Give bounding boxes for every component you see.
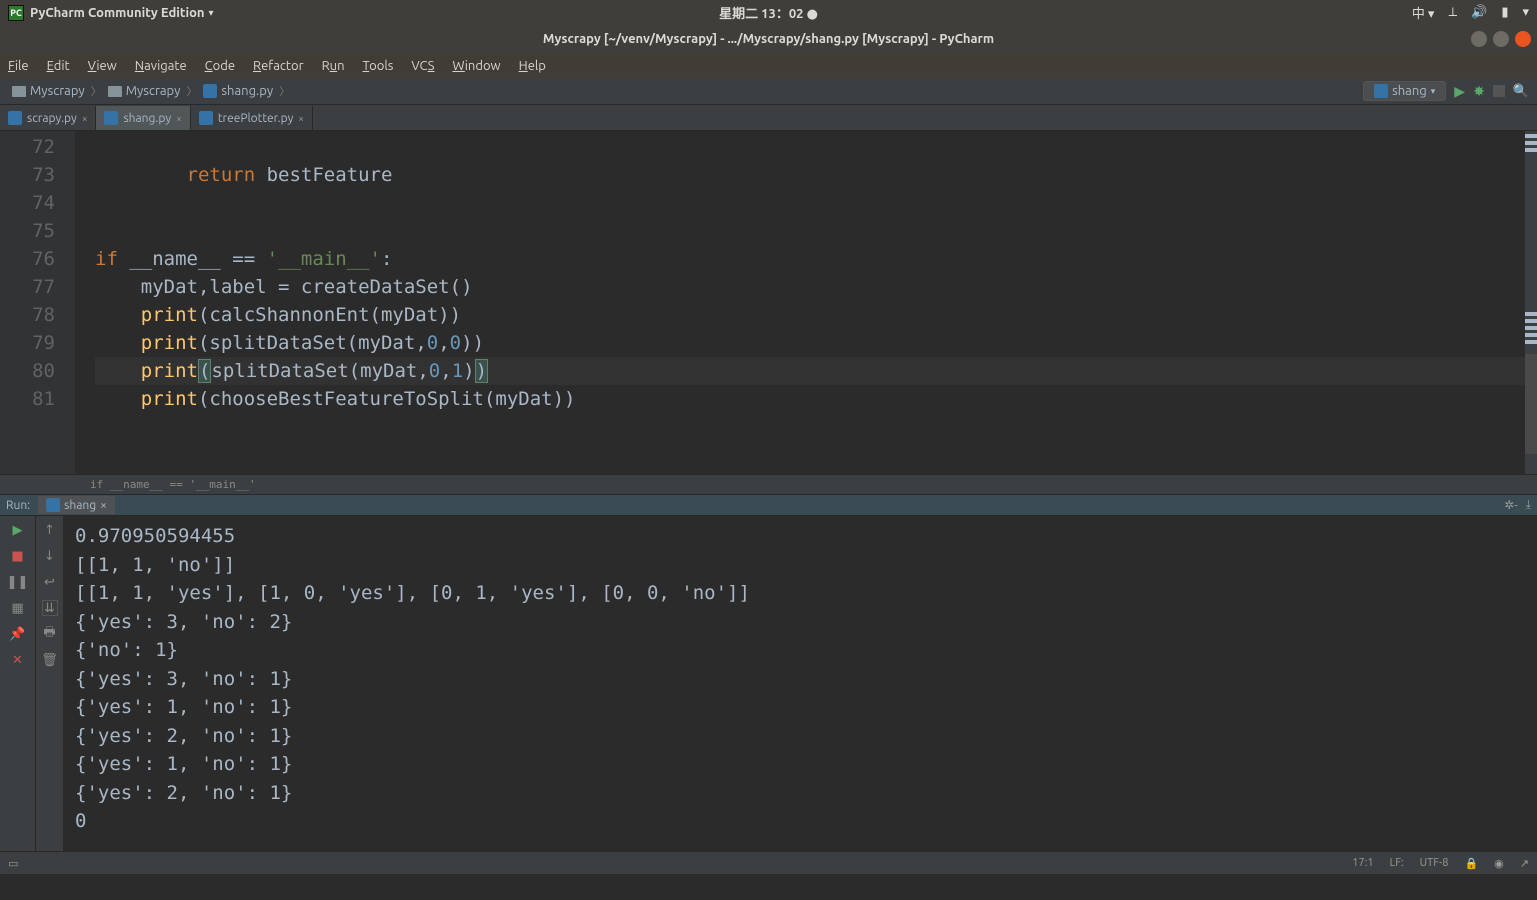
clock-label[interactable]: 星期二 13：02 ● [719, 3, 818, 22]
run-config-selector[interactable]: shang ▾ [1363, 81, 1446, 101]
layout-button[interactable]: ▦ [10, 600, 26, 616]
python-file-icon [203, 84, 217, 98]
code-area[interactable]: return bestFeature if __name__ == '__mai… [75, 131, 1525, 474]
system-menu-arrow-icon[interactable]: ▾ [1522, 5, 1529, 20]
os-topbar: PC PyCharm Community Edition ▾ 星期二 13：02… [0, 0, 1537, 25]
folder-icon [12, 86, 26, 97]
menu-navigate[interactable]: Navigate [135, 59, 187, 73]
python-file-icon [1374, 84, 1388, 98]
breadcrumb-item[interactable]: Myscrapy [8, 82, 89, 100]
stop-button[interactable] [1493, 85, 1505, 97]
soft-wrap-button[interactable]: ↩ [42, 574, 58, 590]
chevron-right-icon: 〉 [186, 83, 197, 99]
down-stack-button[interactable]: ↓ [42, 548, 58, 564]
breadcrumb-item[interactable]: Myscrapy [104, 82, 185, 100]
close-tab-icon[interactable]: × [298, 113, 304, 124]
close-window-button[interactable] [1515, 31, 1531, 47]
close-tab-icon[interactable]: × [176, 113, 182, 124]
chevron-right-icon: 〉 [279, 83, 290, 99]
clear-button[interactable]: 🗑 [42, 652, 58, 668]
input-method-indicator[interactable]: 中 ▾ [1412, 3, 1435, 22]
status-icon[interactable]: ▭ [8, 857, 18, 870]
close-icon[interactable]: × [100, 499, 107, 512]
debug-button[interactable]: ✸ [1473, 83, 1485, 100]
python-file-icon [8, 111, 22, 125]
close-tab-icon[interactable]: × [82, 113, 88, 124]
menu-file[interactable]: File [8, 59, 29, 73]
minimize-button[interactable] [1471, 31, 1487, 47]
python-file-icon [199, 111, 213, 125]
app-menu-arrow-icon[interactable]: ▾ [209, 7, 214, 19]
lock-icon[interactable]: 🔒 [1464, 857, 1478, 870]
up-stack-button[interactable]: ↑ [42, 522, 58, 538]
editor[interactable]: 7273747576▶7778798081 return bestFeature… [0, 131, 1537, 474]
menu-bar: File Edit View Navigate Code Refactor Ru… [0, 53, 1537, 78]
menu-help[interactable]: Help [519, 59, 546, 73]
editor-tab[interactable]: shang.py× [96, 106, 190, 130]
chevron-right-icon: 〉 [91, 83, 102, 99]
editor-tabs: scrapy.py×shang.py×treePlotter.py× [0, 105, 1537, 131]
line-number-gutter: 7273747576▶7778798081 [0, 131, 75, 474]
inspection-icon[interactable]: ◉ [1494, 857, 1504, 870]
folder-icon [108, 86, 122, 97]
editor-tab[interactable]: treePlotter.py× [191, 106, 313, 130]
run-label: Run: [6, 499, 30, 512]
cursor-position[interactable]: 17:1 [1352, 857, 1373, 869]
run-output-panel: ▶ ■ ❚❚ ▦ 📌 ✕ ↑ ↓ ↩ ⇊ 🖶 🗑 0.970950594455 … [0, 516, 1537, 851]
chevron-down-icon: ▾ [1431, 86, 1436, 97]
settings-icon[interactable]: ✲- [1504, 498, 1518, 512]
file-encoding[interactable]: UTF-8 [1420, 857, 1449, 869]
search-button[interactable]: 🔍 [1513, 84, 1529, 99]
run-side-toolbar: ▶ ■ ❚❚ ▦ 📌 ✕ [0, 516, 35, 851]
run-toolwindow-header: Run: shang× ✲- ⤓ [0, 494, 1537, 516]
volume-icon[interactable]: 🔊 [1471, 5, 1487, 20]
menu-refactor[interactable]: Refactor [253, 59, 304, 73]
rerun-button[interactable]: ▶ [10, 522, 26, 538]
breadcrumb-item[interactable]: shang.py [199, 82, 277, 100]
menu-edit[interactable]: Edit [47, 59, 70, 73]
window-title: Myscrapy [~/venv/Myscrapy] - .../Myscrap… [543, 32, 994, 46]
editor-breadcrumb: if __name__ == '__main__' [0, 474, 1537, 494]
breadcrumb: Myscrapy 〉 Myscrapy 〉 shang.py 〉 [8, 82, 290, 100]
navigation-bar: Myscrapy 〉 Myscrapy 〉 shang.py 〉 shang ▾… [0, 78, 1537, 105]
pycharm-icon: PC [8, 5, 24, 21]
menu-code[interactable]: Code [205, 59, 235, 73]
run-tab[interactable]: shang× [38, 496, 115, 514]
scroll-end-button[interactable]: ⇊ [42, 600, 58, 616]
maximize-button[interactable] [1493, 31, 1509, 47]
console-output[interactable]: 0.970950594455 [[1, 1, 'no']] [[1, 1, 'y… [63, 516, 1537, 851]
editor-scrollbar[interactable] [1525, 131, 1537, 474]
python-file-icon [46, 498, 60, 512]
menu-view[interactable]: View [88, 59, 117, 73]
close-run-button[interactable]: ✕ [10, 652, 26, 668]
goto-icon[interactable]: ↗ [1520, 857, 1529, 870]
line-separator[interactable]: LF: [1390, 857, 1404, 869]
hide-panel-icon[interactable]: ⤓ [1526, 498, 1531, 512]
menu-tools[interactable]: Tools [363, 59, 394, 73]
editor-tab[interactable]: scrapy.py× [0, 106, 96, 130]
menu-window[interactable]: Window [452, 59, 500, 73]
menu-vcs[interactable]: VCS [411, 59, 434, 73]
menu-run[interactable]: Run [322, 59, 345, 73]
pause-button[interactable]: ❚❚ [10, 574, 26, 590]
run-side-toolbar-2: ↑ ↓ ↩ ⇊ 🖶 🗑 [35, 516, 63, 851]
stop-run-button[interactable]: ■ [10, 548, 26, 564]
wifi-icon[interactable]: ⟂ [1448, 5, 1457, 20]
window-titlebar: Myscrapy [~/venv/Myscrapy] - .../Myscrap… [0, 25, 1537, 53]
battery-icon[interactable]: ▮ [1501, 5, 1508, 20]
python-file-icon [104, 111, 118, 125]
status-bar: ▭ 17:1 LF: UTF-8 🔒 ◉ ↗ [0, 851, 1537, 874]
run-button[interactable]: ▶ [1454, 83, 1465, 100]
pin-button[interactable]: 📌 [10, 626, 26, 642]
app-name-label[interactable]: PyCharm Community Edition [30, 6, 205, 20]
print-button[interactable]: 🖶 [42, 626, 58, 642]
